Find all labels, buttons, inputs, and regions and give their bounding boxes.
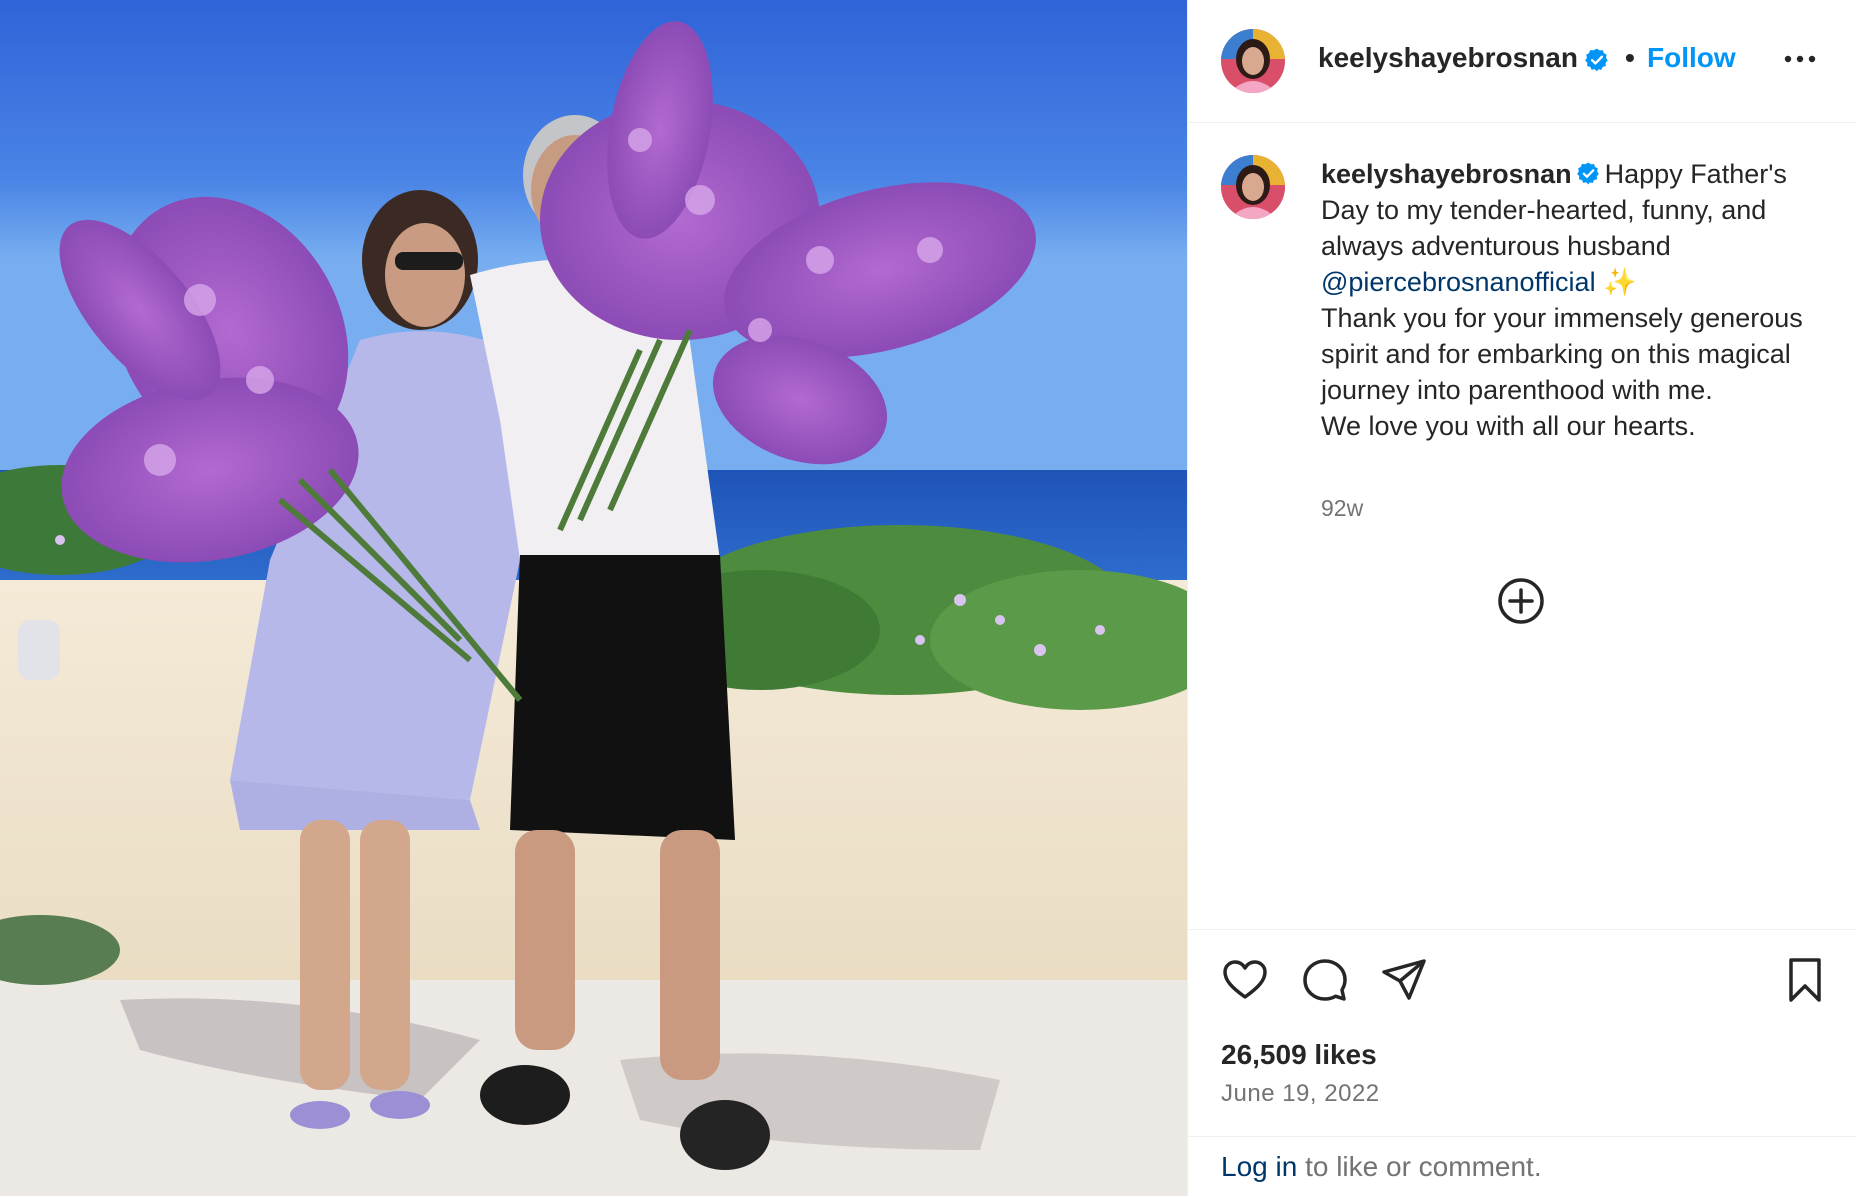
caption-section: keelyshayebrosnan Happy Father's Day to … xyxy=(1188,123,1856,929)
comment-icon[interactable] xyxy=(1301,956,1349,1004)
login-link[interactable]: Log in xyxy=(1221,1151,1297,1182)
bookmark-icon[interactable] xyxy=(1781,956,1829,1004)
caption-line-3: We love you with all our hearts. xyxy=(1321,411,1696,441)
follow-button[interactable]: Follow xyxy=(1647,42,1736,74)
caption-mention-link[interactable]: @piercebrosnanofficial xyxy=(1321,267,1596,297)
heart-icon[interactable] xyxy=(1221,956,1269,1004)
verified-badge-icon xyxy=(1584,47,1610,73)
post-author-username[interactable]: keelyshayebrosnan xyxy=(1318,42,1578,74)
more-horizontal-icon[interactable] xyxy=(1783,52,1817,66)
separator-dot: • xyxy=(1625,42,1635,73)
plus-circle-icon[interactable] xyxy=(1496,576,1546,626)
post-photo[interactable] xyxy=(0,0,1187,1196)
avatar[interactable] xyxy=(1221,29,1285,93)
caption-line-2: Thank you for your immensely generous sp… xyxy=(1321,303,1803,405)
caption-timestamp[interactable]: 92w xyxy=(1321,495,1363,522)
post-header: keelyshayebrosnan • Follow xyxy=(1188,0,1856,123)
caption-username[interactable]: keelyshayebrosnan xyxy=(1321,159,1572,189)
verified-badge-icon xyxy=(1576,161,1601,186)
send-icon[interactable] xyxy=(1380,956,1428,1004)
login-prompt: Log in to like or comment. xyxy=(1221,1151,1542,1183)
sparkle-emoji: ✨ xyxy=(1595,267,1637,297)
likes-count[interactable]: 26,509 likes xyxy=(1221,1039,1377,1071)
post-photo-illustration xyxy=(0,0,1187,1196)
post-date: June 19, 2022 xyxy=(1221,1080,1380,1107)
actions-divider xyxy=(1188,929,1856,931)
post-side-panel: keelyshayebrosnan • Follow keelyshayebro… xyxy=(1187,0,1856,1196)
login-prompt-rest: to like or comment. xyxy=(1297,1151,1542,1182)
avatar[interactable] xyxy=(1221,155,1285,219)
caption-text: keelyshayebrosnan Happy Father's Day to … xyxy=(1321,156,1821,444)
